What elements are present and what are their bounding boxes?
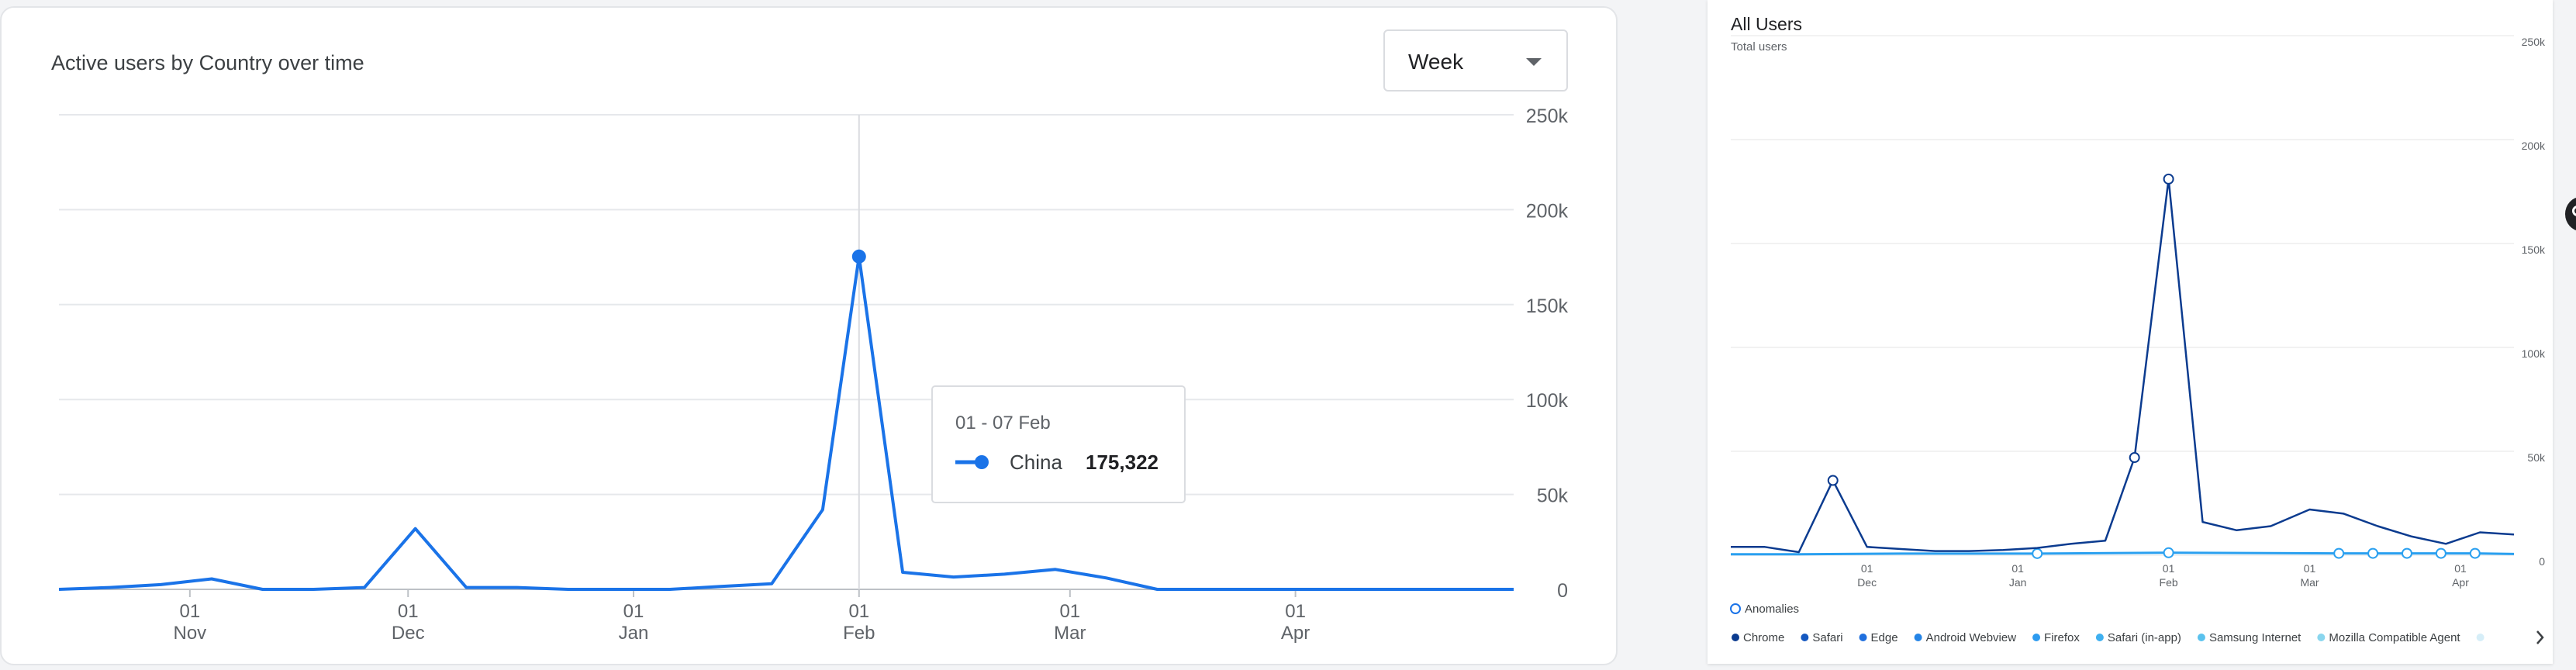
legend-item[interactable]: Safari (in-app) xyxy=(2095,631,2181,644)
x-tick-label: 01 xyxy=(2011,562,2024,575)
active-users-chart[interactable]: 050k100k150k200k250k01Nov01Dec01Jan01Feb… xyxy=(2,8,1618,665)
legend-label: Safari xyxy=(1812,631,1842,644)
x-tick-label: Dec xyxy=(1857,576,1877,589)
x-tick-label: Mar xyxy=(1054,623,1086,644)
anomaly-marker xyxy=(2469,547,2481,559)
legend-swatch-overflow xyxy=(2476,634,2484,641)
x-tick-label: Feb xyxy=(843,623,875,644)
series-line-safari xyxy=(1731,551,2515,556)
y-tick-label: 150k xyxy=(1526,295,1569,317)
x-tick-label: Apr xyxy=(2452,576,2469,589)
series-line-chrome xyxy=(1731,178,2515,554)
anomaly-marker xyxy=(2333,547,2345,559)
legend-label: Android Webview xyxy=(1926,631,2017,644)
legend-swatch xyxy=(2317,634,2326,641)
x-tick-label: 01 xyxy=(1861,562,1873,575)
y-tick-label: 250k xyxy=(1526,105,1569,127)
x-tick-label: Jan xyxy=(619,623,649,644)
x-tick-label: 01 xyxy=(623,601,644,622)
legend-label: Safari (in-app) xyxy=(2108,631,2181,644)
y-tick-label: 100k xyxy=(1526,390,1569,412)
legend-swatch xyxy=(2197,634,2205,641)
highlight-point xyxy=(851,249,866,264)
y-tick-label: 200k xyxy=(2522,140,2546,152)
x-tick-label: 01 xyxy=(2304,562,2316,575)
legend-label: Samsung Internet xyxy=(2209,631,2301,644)
legend-swatch xyxy=(1732,634,1739,641)
legend-swatch xyxy=(2095,634,2104,641)
y-tick-label: 50k xyxy=(2527,451,2546,464)
y-tick-label: 200k xyxy=(1526,200,1569,222)
x-tick-label: 01 xyxy=(848,601,869,622)
series-line-china xyxy=(58,254,1514,591)
tooltip-series-name: China xyxy=(1010,451,1062,474)
anomalies-icon xyxy=(1730,603,1741,614)
tooltip-date: 01 - 07 Feb xyxy=(955,413,1051,433)
x-tick-label: 01 xyxy=(1285,601,1306,622)
y-tick-label: 150k xyxy=(2522,243,2546,256)
active-users-card: Active users by Country over time Week 0… xyxy=(0,6,1618,665)
y-tick-label: 250k xyxy=(2522,36,2546,48)
all-users-chart[interactable]: 050k100k150k200k250k01Dec01Jan01Feb01Mar… xyxy=(1708,0,2553,664)
anomaly-marker xyxy=(2129,452,2140,464)
x-tick-label: Nov xyxy=(173,623,206,644)
all-users-card: All Users Total users 0 50k 100k 150k 200k 25… xyxy=(1708,0,2553,664)
x-tick-label: 01 xyxy=(398,601,419,622)
x-tick-label: Dec xyxy=(392,623,425,644)
y-tick-label: 100k xyxy=(2522,347,2546,360)
legend-swatch xyxy=(1859,634,1867,641)
anomalies-label: Anomalies xyxy=(1745,603,1799,616)
y-tick-label: 0 xyxy=(2539,555,2545,568)
anomaly-marker xyxy=(2367,547,2379,559)
legend-label: Chrome xyxy=(1743,631,1784,644)
legend-item[interactable]: Chrome xyxy=(1732,631,1784,644)
x-tick-label: Mar xyxy=(2300,576,2319,589)
x-tick-label: 01 xyxy=(2454,562,2467,575)
anomaly-marker xyxy=(2163,547,2174,558)
tooltip-value: 175,322 xyxy=(1086,451,1159,474)
legend-item[interactable]: Mozilla Compatible Agent xyxy=(2317,631,2460,644)
x-tick-label: Jan xyxy=(2009,576,2027,589)
anomaly-marker xyxy=(1827,475,1839,486)
x-tick-label: 01 xyxy=(1059,601,1080,622)
legend-swatch xyxy=(2032,634,2041,641)
x-tick-label: 01 xyxy=(179,601,200,622)
legend-item[interactable]: Safari xyxy=(1801,631,1843,644)
legend-item[interactable]: Firefox xyxy=(2032,631,2080,644)
anomaly-marker xyxy=(2032,547,2043,559)
help-icon[interactable] xyxy=(2565,197,2576,231)
chevron-right-icon[interactable] xyxy=(2536,630,2544,644)
legend-swatch xyxy=(1914,634,1922,641)
legend-label: Mozilla Compatible Agent xyxy=(2329,631,2460,644)
tooltip-box xyxy=(931,385,1186,503)
legend-label: Firefox xyxy=(2044,631,2080,644)
anomaly-marker xyxy=(2163,173,2174,185)
anomaly-marker xyxy=(2435,547,2447,559)
legend-item[interactable]: Edge xyxy=(1859,631,1898,644)
tooltip: 01 - 07 Feb China 175,322 xyxy=(931,385,1186,503)
x-tick-label: Feb xyxy=(2160,576,2178,589)
legend-item[interactable]: Android Webview xyxy=(1914,631,2017,644)
y-tick-label: 0 xyxy=(1557,580,1568,602)
y-tick-label: 50k xyxy=(1537,485,1569,507)
x-tick-label: Apr xyxy=(1281,623,1310,644)
anomaly-marker xyxy=(2401,547,2412,559)
tooltip-series-dot xyxy=(975,455,989,469)
x-tick-label: 01 xyxy=(2163,562,2175,575)
legend-swatch xyxy=(1801,634,1809,641)
legend-label: Edge xyxy=(1871,631,1898,644)
legend-item[interactable]: Samsung Internet xyxy=(2197,631,2301,644)
